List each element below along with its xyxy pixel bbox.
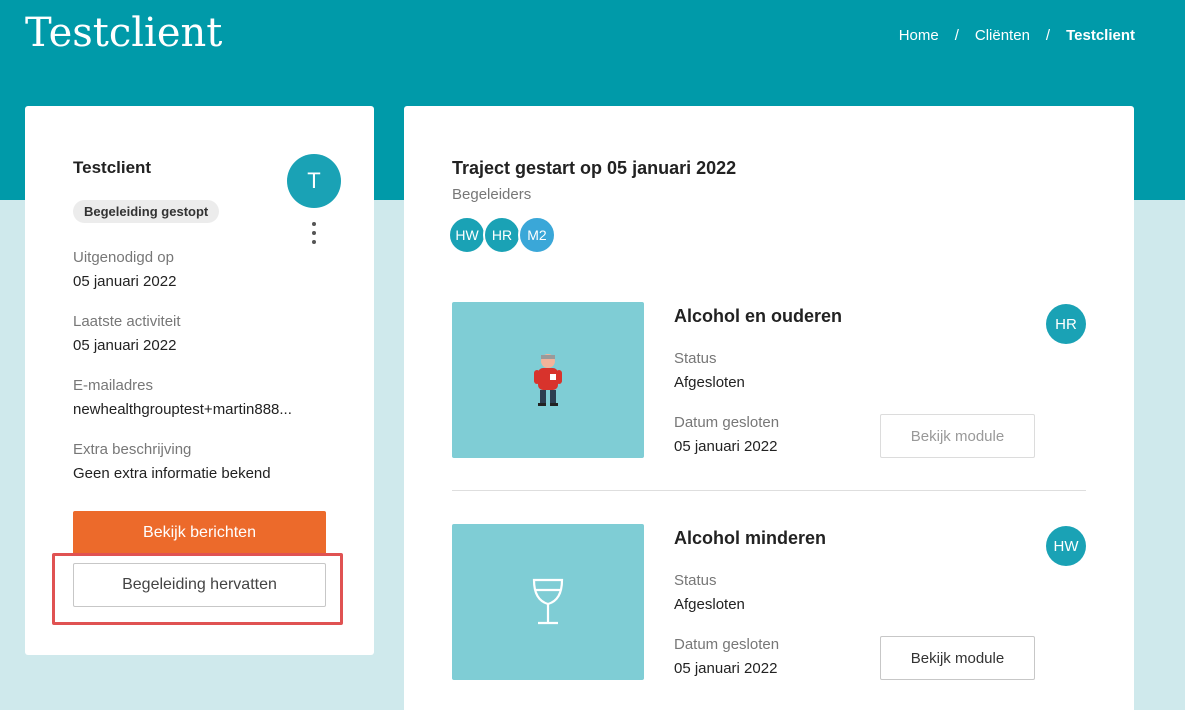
traject-title: Traject gestart op 05 januari 2022 <box>452 158 737 178</box>
email-field: E-mailadres newhealthgrouptest+martin888… <box>73 376 323 420</box>
wine-glass-icon <box>532 578 564 625</box>
field-label: Uitgenodigd op <box>73 249 174 266</box>
breadcrumb-separator: / <box>1045 27 1051 44</box>
field-label: Laatste activiteit <box>73 313 181 330</box>
supervisor-avatar[interactable]: HR <box>483 216 521 254</box>
module-item: Alcohol minderen HW Status Afgesloten Da… <box>452 524 1086 680</box>
module-divider <box>452 490 1086 491</box>
field-value: 05 januari 2022 <box>73 273 177 290</box>
status-value: Afgesloten <box>674 374 745 391</box>
status-label: Status <box>674 350 717 367</box>
module-supervisor-avatar[interactable]: HW <box>1046 526 1086 566</box>
client-info-card: Testclient T Begeleiding gestopt Uitgeno… <box>25 106 374 655</box>
field-value: newhealthgrouptest+martin888... <box>73 401 292 418</box>
date-closed-label: Datum gesloten <box>674 636 780 653</box>
field-label: E-mailadres <box>73 377 154 394</box>
last-activity-field: Laatste activiteit 05 januari 2022 <box>73 312 323 356</box>
module-title: Alcohol en ouderen <box>674 306 843 326</box>
status-badge: Begeleiding gestopt <box>73 200 220 223</box>
view-messages-button[interactable]: Bekijk berichten <box>73 511 326 555</box>
view-module-button[interactable]: Bekijk module <box>880 414 1035 458</box>
breadcrumb-separator: / <box>954 27 959 44</box>
field-value: Geen extra informatie bekend <box>73 465 271 482</box>
view-module-button[interactable]: Bekijk module <box>880 636 1035 680</box>
more-options-icon[interactable] <box>305 222 323 244</box>
elderly-person-icon <box>534 354 562 406</box>
invited-field: Uitgenodigd op 05 januari 2022 <box>73 248 323 292</box>
module-image <box>452 524 644 680</box>
status-label: Status <box>674 572 717 589</box>
breadcrumb-clients-link[interactable]: Cliënten <box>975 27 1030 44</box>
supervisor-avatar[interactable]: HW <box>448 216 486 254</box>
extra-description-field: Extra beschrijving Geen extra informatie… <box>73 440 323 484</box>
module-supervisor-avatar[interactable]: HR <box>1046 304 1086 344</box>
page-title: Testclient <box>25 10 223 56</box>
module-title: Alcohol minderen <box>674 528 827 548</box>
traject-card: Traject gestart op 05 januari 2022 Begel… <box>404 106 1134 710</box>
date-closed-value: 05 januari 2022 <box>674 438 778 455</box>
client-name: Testclient <box>73 158 152 177</box>
status-value: Afgesloten <box>674 596 745 613</box>
client-avatar: T <box>287 154 341 208</box>
breadcrumb-home-link[interactable]: Home <box>899 27 939 44</box>
field-value: 05 januari 2022 <box>73 337 177 354</box>
supervisors-label: Begeleiders <box>452 186 532 203</box>
resume-guidance-button[interactable]: Begeleiding hervatten <box>73 563 326 607</box>
module-image <box>452 302 644 458</box>
date-closed-value: 05 januari 2022 <box>674 660 778 677</box>
field-label: Extra beschrijving <box>73 441 192 458</box>
breadcrumb: Home / Cliënten / Testclient <box>899 27 1135 44</box>
date-closed-label: Datum gesloten <box>674 414 780 431</box>
breadcrumb-current: Testclient <box>1066 27 1135 44</box>
module-item: Alcohol en ouderen HR Status Afgesloten … <box>452 302 1086 458</box>
supervisor-avatar[interactable]: M2 <box>518 216 556 254</box>
